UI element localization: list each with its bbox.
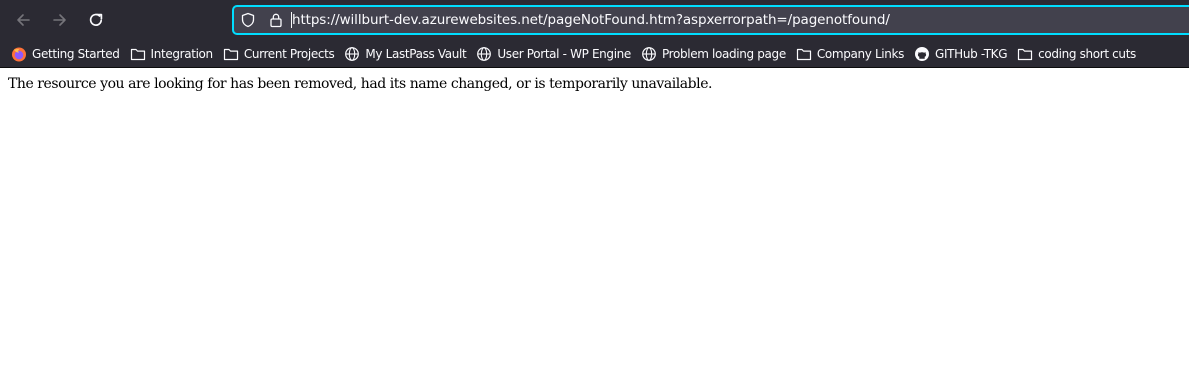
back-button[interactable] — [9, 6, 37, 34]
bookmark-label: Company Links — [816, 46, 905, 61]
bookmark-integration[interactable]: Integration — [130, 42, 213, 66]
bookmark-github-tkg[interactable]: GITHub -TKG — [914, 42, 1008, 66]
bookmark-problem-loading[interactable]: Problem loading page — [641, 42, 786, 66]
forward-button[interactable] — [46, 6, 74, 34]
bookmark-coding-shortcuts[interactable]: coding short cuts — [1017, 42, 1136, 66]
bookmark-user-portal[interactable]: User Portal - WP Engine — [476, 42, 631, 66]
bookmark-getting-started[interactable]: Getting Started — [11, 42, 120, 66]
shield-icon[interactable] — [239, 11, 257, 29]
globe-icon — [344, 46, 360, 62]
bookmark-company-links[interactable]: Company Links — [796, 42, 904, 66]
bookmark-label: Problem loading page — [661, 46, 786, 61]
arrow-right-icon — [53, 14, 66, 26]
bookmark-label: User Portal - WP Engine — [497, 46, 631, 61]
bookmark-label: My LastPass Vault — [365, 46, 467, 61]
reload-icon — [89, 13, 103, 26]
bookmark-lastpass-vault[interactable]: My LastPass Vault — [344, 42, 467, 66]
bookmark-label: Getting Started — [32, 46, 120, 61]
bookmarks-toolbar: Getting Started Integration Current Proj… — [0, 40, 1189, 68]
globe-icon — [476, 46, 492, 62]
folder-icon — [796, 46, 812, 62]
error-message: The resource you are looking for has bee… — [8, 76, 713, 92]
bookmark-label: GITHub -TKG — [935, 46, 1008, 61]
bookmark-label: coding short cuts — [1038, 46, 1136, 61]
url-field[interactable]: https://willburt-dev.azurewebsites.net/p… — [291, 12, 890, 28]
firefox-icon — [11, 46, 27, 62]
folder-icon — [1017, 46, 1033, 62]
bookmark-current-projects[interactable]: Current Projects — [223, 42, 335, 66]
folder-icon — [130, 46, 146, 62]
reload-button[interactable] — [82, 6, 110, 34]
bookmark-label: Current Projects — [243, 46, 335, 61]
bookmark-label: Integration — [150, 46, 214, 61]
github-icon — [914, 46, 930, 62]
arrow-left-icon — [17, 14, 30, 26]
folder-icon — [223, 46, 239, 62]
browser-toolbar: https://willburt-dev.azurewebsites.net/p… — [0, 0, 1189, 40]
lock-icon[interactable] — [267, 11, 285, 29]
globe-icon — [641, 46, 657, 62]
address-bar[interactable]: https://willburt-dev.azurewebsites.net/p… — [232, 5, 1189, 35]
